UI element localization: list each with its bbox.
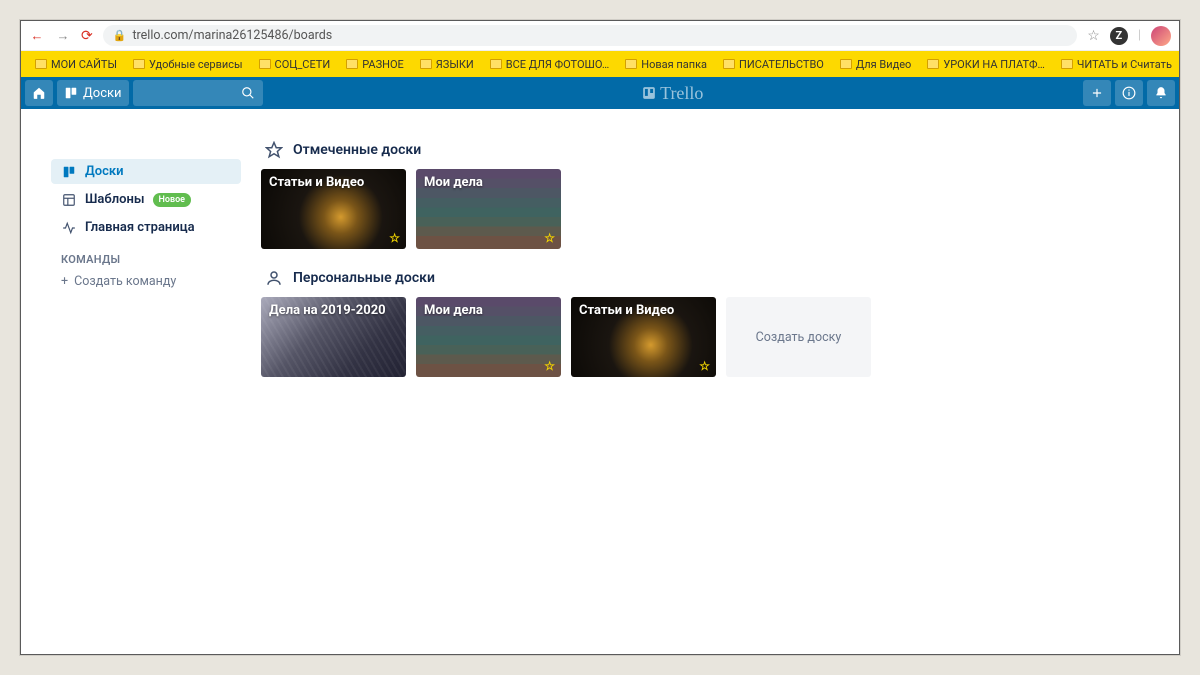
board-title: Статьи и Видео — [579, 303, 674, 318]
chrome-toolbar: ← → ⟳ 🔒 trello.com/marina26125486/boards… — [21, 21, 1179, 51]
board-title: Дела на 2019-2020 — [269, 303, 386, 318]
bookmark-item[interactable]: ЧИТАТЬ и Считать — [1055, 56, 1178, 73]
bookmark-item[interactable]: СОЦ_СЕТИ — [253, 56, 337, 73]
person-icon — [265, 269, 283, 287]
search-icon — [241, 86, 255, 100]
board-title: Мои дела — [424, 175, 483, 190]
bookmark-item[interactable]: Для Видео — [834, 56, 917, 73]
board-tile[interactable]: Мои дела ☆ — [416, 297, 561, 377]
bookmarks-bar: МОИ САЙТЫ Удобные сервисы СОЦ_СЕТИ РАЗНО… — [21, 51, 1179, 77]
sidebar-item-label: Шаблоны — [85, 192, 145, 207]
folder-icon — [1061, 59, 1073, 69]
board-title: Мои дела — [424, 303, 483, 318]
boards-button-label: Доски — [83, 86, 122, 101]
bookmark-item[interactable]: ЯЗЫКИ — [414, 56, 480, 73]
board-tile[interactable]: Мои дела ☆ — [416, 169, 561, 249]
bookmark-item[interactable]: ПИСАТЕЛЬСТВО — [717, 56, 830, 73]
folder-icon — [625, 59, 637, 69]
back-button[interactable]: ← — [29, 28, 45, 44]
new-badge: Новое — [153, 193, 192, 207]
plus-icon: + — [61, 274, 68, 289]
star-icon[interactable]: ☆ — [389, 231, 400, 245]
sidebar-item-label: Главная страница — [85, 220, 195, 235]
bookmark-item[interactable]: МОИ САЙТЫ — [29, 56, 123, 73]
info-button[interactable] — [1115, 80, 1143, 106]
personal-section-header: Персональные доски — [265, 269, 1149, 287]
url-text: trello.com/marina26125486/boards — [132, 28, 332, 43]
create-board-tile[interactable]: Создать доску — [726, 297, 871, 377]
create-board-label: Создать доску — [756, 330, 842, 345]
create-button[interactable] — [1083, 80, 1111, 106]
forward-button[interactable]: → — [55, 28, 71, 44]
main-content: Доски Шаблоны Новое Главная страница КОМ… — [21, 109, 1179, 654]
folder-icon — [346, 59, 358, 69]
boards-icon — [61, 165, 77, 179]
sidebar-item-label: Доски — [85, 164, 124, 179]
extension-icon[interactable]: Z — [1110, 27, 1128, 45]
bookmark-item[interactable]: Удобные сервисы — [127, 56, 249, 73]
create-team-label: Создать команду — [74, 274, 176, 289]
trello-header: Доски Trello — [21, 77, 1179, 109]
templates-icon — [61, 193, 77, 207]
browser-window: ← → ⟳ 🔒 trello.com/marina26125486/boards… — [20, 20, 1180, 655]
profile-avatar[interactable] — [1151, 26, 1171, 46]
folder-icon — [840, 59, 852, 69]
folder-icon — [259, 59, 271, 69]
folder-icon — [927, 59, 939, 69]
sidebar-item-templates[interactable]: Шаблоны Новое — [51, 187, 241, 212]
boards-area: Отмеченные доски Статьи и Видео ☆ Мои де… — [261, 129, 1149, 634]
board-tile[interactable]: Статьи и Видео ☆ — [261, 169, 406, 249]
starred-section-header: Отмеченные доски — [265, 141, 1149, 159]
personal-boards-row: Дела на 2019-2020 Мои дела ☆ Статьи и Ви… — [261, 297, 1149, 377]
star-icon[interactable]: ☆ — [544, 231, 555, 245]
home-button[interactable] — [25, 80, 53, 106]
reload-button[interactable]: ⟳ — [81, 28, 93, 44]
create-team-button[interactable]: + Создать команду — [51, 270, 241, 293]
folder-icon — [490, 59, 502, 69]
star-icon[interactable]: ☆ — [544, 359, 555, 373]
folder-icon — [35, 59, 47, 69]
teams-heading: КОМАНДЫ — [51, 243, 241, 270]
bookmark-star-button[interactable]: ☆ — [1087, 28, 1100, 44]
trello-logo[interactable]: Trello — [263, 83, 1083, 104]
address-bar[interactable]: 🔒 trello.com/marina26125486/boards — [103, 25, 1078, 46]
section-title: Отмеченные доски — [293, 142, 421, 158]
lock-icon: 🔒 — [113, 29, 127, 42]
bookmark-item[interactable]: Новая папка — [619, 56, 713, 73]
board-title: Статьи и Видео — [269, 175, 364, 190]
boards-button[interactable]: Доски — [57, 80, 129, 106]
sidebar-item-boards[interactable]: Доски — [51, 159, 241, 184]
folder-icon — [723, 59, 735, 69]
folder-icon — [133, 59, 145, 69]
pulse-icon — [61, 221, 77, 235]
board-tile[interactable]: Дела на 2019-2020 — [261, 297, 406, 377]
bookmark-item[interactable]: УРОКИ НА ПЛАТФ… — [921, 56, 1051, 73]
star-outline-icon — [265, 141, 283, 159]
notifications-button[interactable] — [1147, 80, 1175, 106]
sidebar: Доски Шаблоны Новое Главная страница КОМ… — [51, 129, 241, 634]
section-title: Персональные доски — [293, 270, 435, 286]
bookmark-item[interactable]: ВСЕ ДЛЯ ФОТОШО… — [484, 56, 616, 73]
bookmark-item[interactable]: РАЗНОЕ — [340, 56, 410, 73]
folder-icon — [420, 59, 432, 69]
star-icon[interactable]: ☆ — [699, 359, 710, 373]
sidebar-item-home[interactable]: Главная страница — [51, 215, 241, 240]
trello-icon — [642, 86, 656, 100]
search-input[interactable] — [133, 80, 263, 106]
starred-boards-row: Статьи и Видео ☆ Мои дела ☆ — [261, 169, 1149, 249]
board-tile[interactable]: Статьи и Видео ☆ — [571, 297, 716, 377]
